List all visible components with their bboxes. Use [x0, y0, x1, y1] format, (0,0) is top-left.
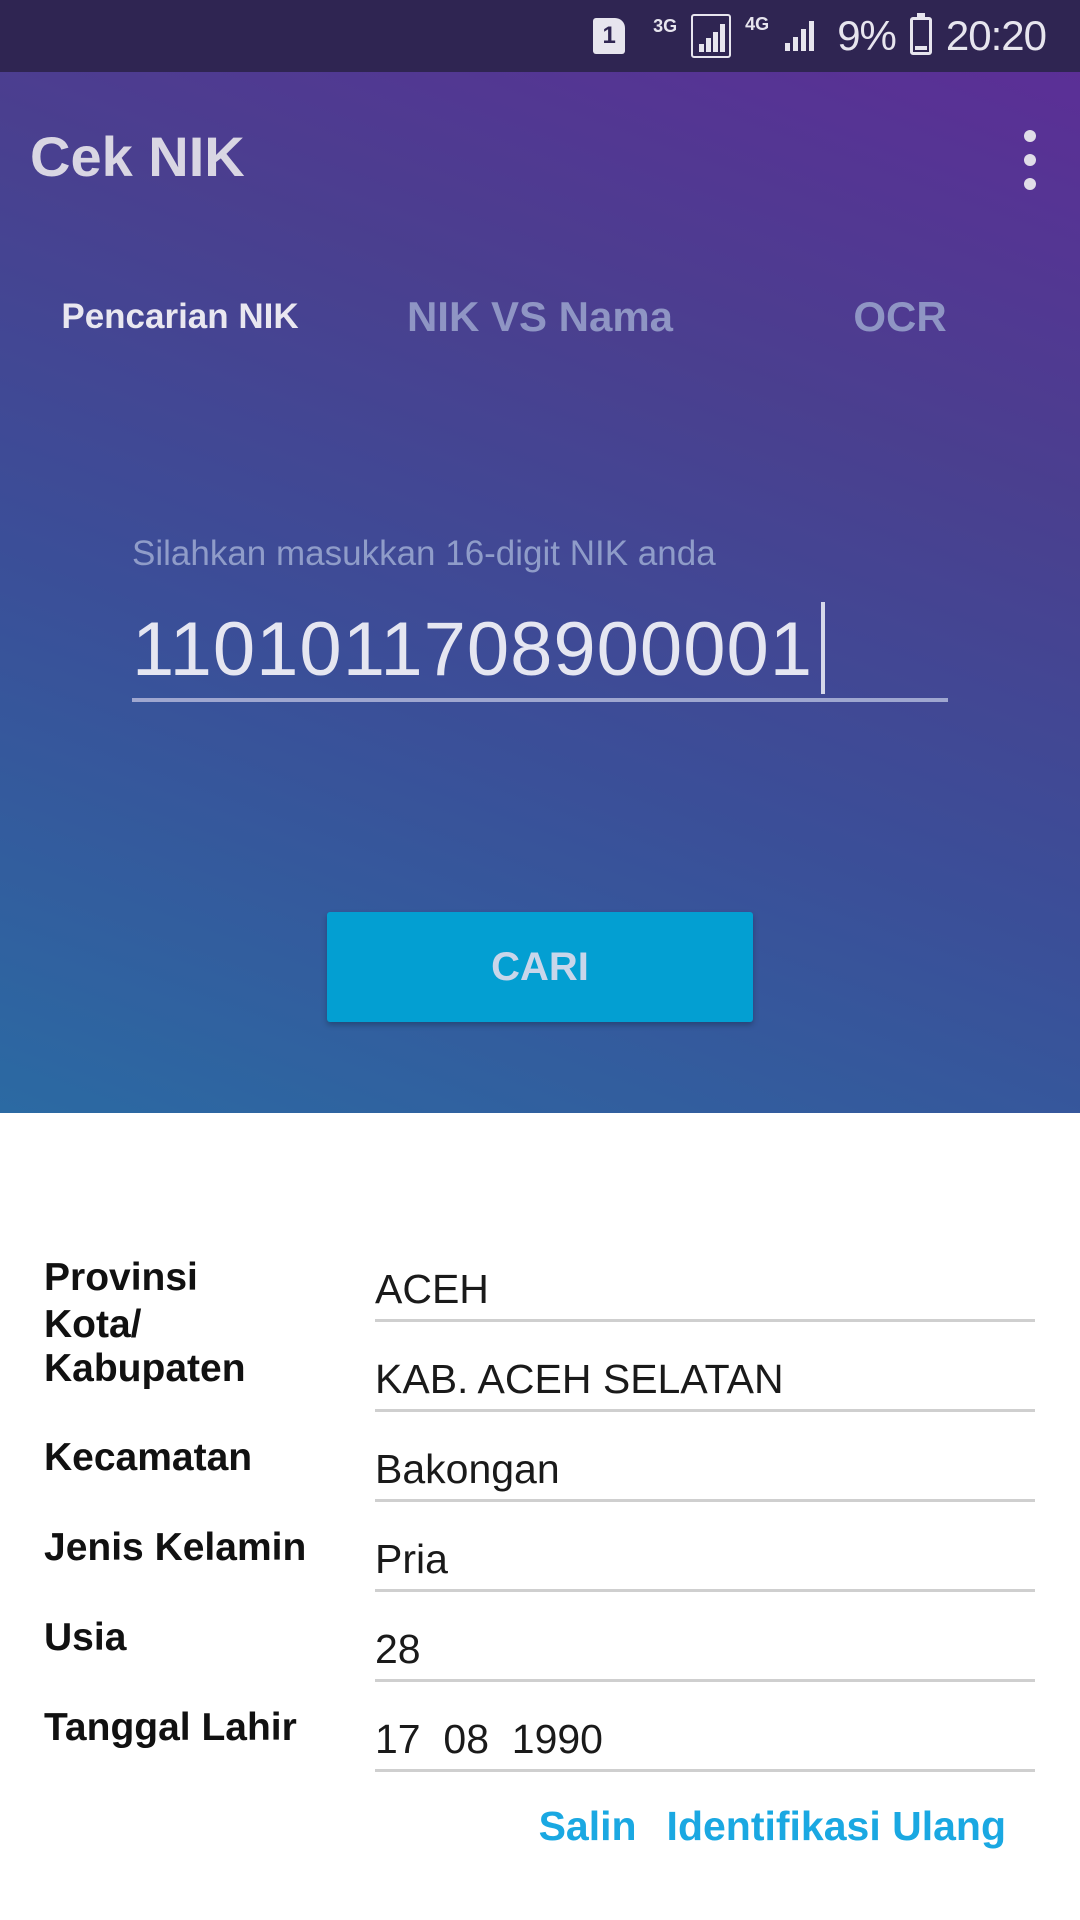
nik-input-label: Silahkan masukkan 16-digit NIK anda: [132, 534, 716, 573]
app-title: Cek NIK: [30, 125, 245, 188]
result-label: Usia: [44, 1616, 127, 1659]
result-label: Kota/ Kabupaten: [44, 1303, 246, 1390]
tab-nik-vs-nama[interactable]: NIK VS Nama: [380, 277, 700, 357]
search-button[interactable]: CARI: [327, 912, 753, 1022]
nik-input[interactable]: 1101011708900001: [132, 602, 948, 702]
clock: 20:20: [945, 12, 1047, 59]
signal-icon-secondary: [783, 17, 823, 55]
result-value[interactable]: ACEH: [375, 1258, 1035, 1322]
result-label: Jenis Kelamin: [44, 1526, 307, 1569]
result-label: Tanggal Lahir: [44, 1706, 297, 1749]
text-caret: [821, 602, 825, 694]
result-label: Kecamatan: [44, 1436, 253, 1479]
signal-icon: [691, 14, 732, 58]
result-value[interactable]: Pria: [375, 1528, 1035, 1592]
result-panel: Provinsi ACEH Kota/ Kabupaten KAB. ACEH …: [0, 1113, 1080, 1920]
network-4g-label: 4G: [745, 14, 769, 35]
battery-percent: 9%: [837, 12, 897, 59]
result-value[interactable]: 28: [375, 1618, 1035, 1682]
reidentify-button[interactable]: Identifikasi Ulang: [667, 1803, 1006, 1850]
result-value[interactable]: 17 08 1990: [375, 1708, 1035, 1772]
result-value[interactable]: KAB. ACEH SELATAN: [375, 1348, 1035, 1412]
network-3g-label: 3G: [653, 16, 678, 36]
header-panel: Cek NIK Pencarian NIK NIK VS Nama OCR Si…: [0, 72, 1080, 1113]
tab-pencarian-nik[interactable]: Pencarian NIK: [44, 277, 316, 357]
result-value[interactable]: Bakongan: [375, 1438, 1035, 1502]
result-actions: Salin Identifikasi Ulang: [539, 1803, 1006, 1850]
battery-icon: [909, 13, 932, 55]
network-4g-text: 4G: [745, 14, 770, 34]
tab-bar: Pencarian NIK NIK VS Nama OCR: [0, 277, 1080, 387]
result-label: Provinsi: [44, 1256, 198, 1299]
copy-button[interactable]: Salin: [539, 1803, 637, 1850]
status-bar: 1 3G 4G 9% 20:20: [0, 0, 1080, 72]
overflow-menu-icon[interactable]: [1010, 130, 1050, 190]
sim-card-icon: 1: [593, 18, 626, 54]
nik-input-value[interactable]: 1101011708900001: [132, 612, 813, 688]
tab-ocr[interactable]: OCR: [820, 277, 980, 357]
